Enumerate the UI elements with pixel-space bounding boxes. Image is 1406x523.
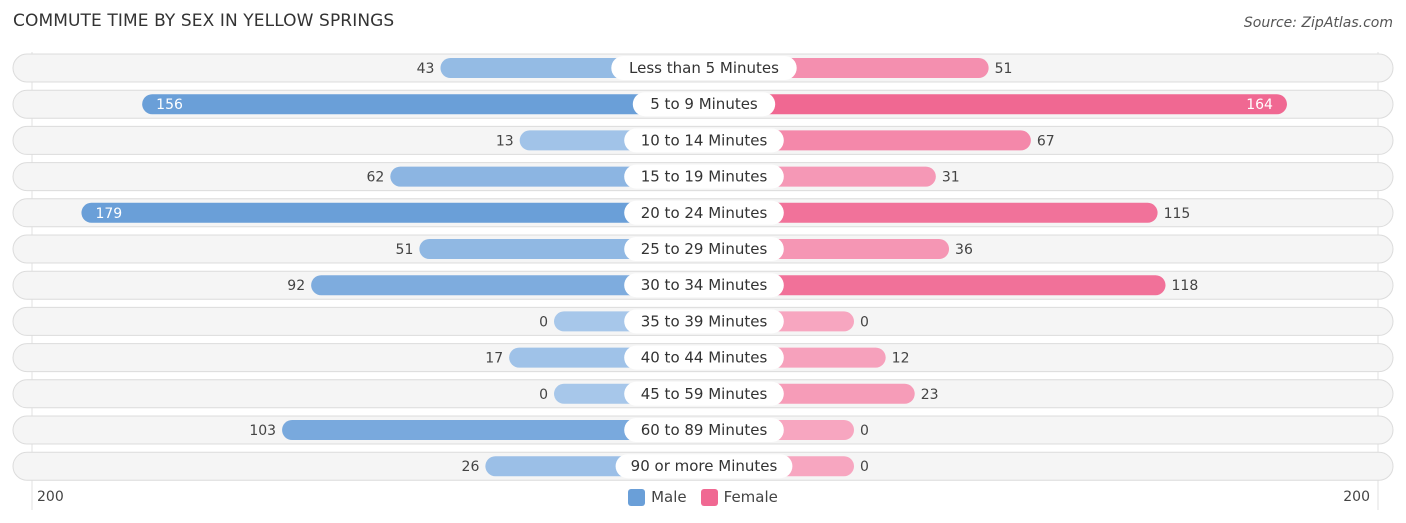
- category-label: 40 to 44 Minutes: [641, 349, 768, 367]
- value-label-female: 12: [892, 351, 910, 367]
- value-label-female: 0: [860, 459, 869, 475]
- legend: Male Female: [0, 488, 1406, 506]
- value-label-male: 179: [95, 206, 122, 222]
- bar-male: [142, 94, 704, 115]
- bar-female: [704, 94, 1287, 115]
- category-label: 15 to 19 Minutes: [641, 168, 768, 186]
- value-label-male: 17: [485, 351, 503, 367]
- value-label-female: 0: [860, 423, 869, 439]
- value-label-female: 31: [942, 170, 960, 186]
- value-label-male: 13: [496, 133, 514, 149]
- value-label-male: 156: [156, 97, 183, 113]
- legend-swatch-male: [628, 488, 646, 506]
- value-label-male: 43: [417, 61, 435, 77]
- legend-swatch-female: [700, 488, 718, 506]
- bar-male: [81, 202, 704, 223]
- value-label-female: 51: [995, 61, 1013, 77]
- value-label-female: 67: [1037, 133, 1055, 149]
- value-label-male: 0: [539, 387, 548, 403]
- legend-label-male: Male: [651, 488, 687, 506]
- value-label-male: 92: [287, 278, 305, 294]
- chart-canvas: 43 51 Less than 5 Minutes 156 164 5 to 9 Minu…: [12, 52, 1394, 510]
- value-label-male: 62: [366, 170, 384, 186]
- category-label: 45 to 59 Minutes: [641, 385, 768, 403]
- category-label: 90 or more Minutes: [631, 457, 778, 475]
- value-label-male: 26: [462, 459, 480, 475]
- legend-label-female: Female: [723, 488, 778, 506]
- category-label: 30 to 34 Minutes: [641, 276, 768, 294]
- category-label: 5 to 9 Minutes: [650, 95, 758, 113]
- category-label: 35 to 39 Minutes: [641, 312, 768, 330]
- value-label-female: 115: [1164, 206, 1191, 222]
- value-label-female: 0: [860, 314, 869, 330]
- category-label: 10 to 14 Minutes: [641, 131, 768, 149]
- category-label: 60 to 89 Minutes: [641, 421, 768, 439]
- category-label: Less than 5 Minutes: [629, 59, 779, 77]
- value-label-male: 103: [249, 423, 276, 439]
- category-label: 20 to 24 Minutes: [641, 204, 768, 222]
- legend-item-male: Male: [628, 488, 687, 506]
- value-label-male: 51: [396, 242, 414, 258]
- category-label: 25 to 29 Minutes: [641, 240, 768, 258]
- legend-item-female: Female: [700, 488, 778, 506]
- value-label-female: 23: [921, 387, 939, 403]
- value-label-female: 164: [1246, 97, 1273, 113]
- value-label-female: 118: [1172, 278, 1199, 294]
- value-label-male: 0: [539, 314, 548, 330]
- value-label-female: 36: [955, 242, 973, 258]
